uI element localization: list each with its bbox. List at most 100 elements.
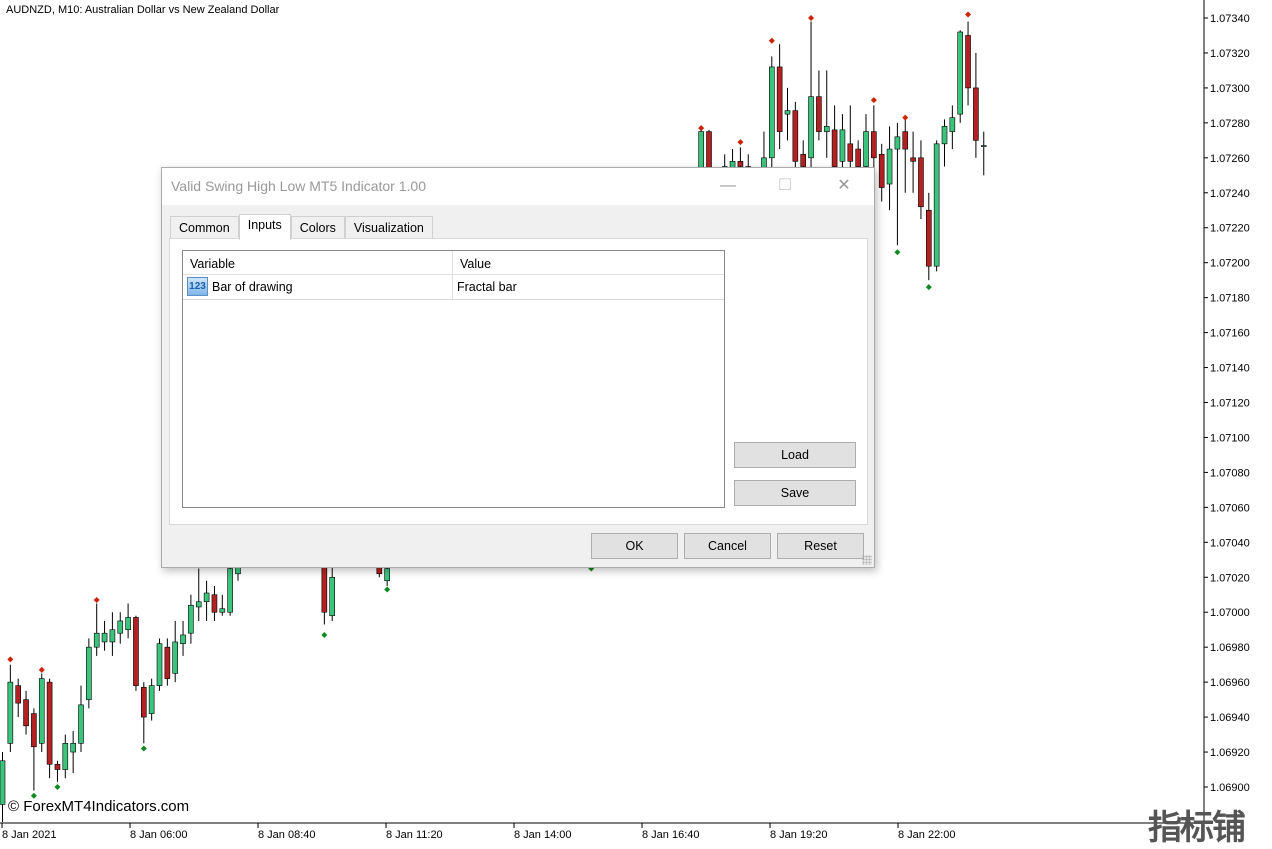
bull-candle [0,760,6,805]
tab-visualization[interactable]: Visualization [344,216,433,240]
bear-candle [211,594,218,613]
bull-candle [823,126,830,132]
bear-candle [133,617,139,686]
bull-candle [78,704,84,744]
dialog-titlebar[interactable]: Valid Swing High Low MT5 Indicator 1.00 … [162,168,874,205]
load-button[interactable]: Load [734,442,856,468]
bull-candle [62,743,69,770]
bull-candle [784,110,791,115]
watermark-logo: 指标铺 [1148,808,1246,848]
column-header-value[interactable]: Value [453,251,498,274]
time-label: 8 Jan 22:00 [898,829,956,841]
fractal-high-marker [698,125,705,132]
minimize-button[interactable]: — [713,174,743,198]
fractal-high-marker [7,656,14,663]
bear-candle [965,35,971,89]
variable-cell[interactable]: 123 Bar of drawing [183,275,453,299]
table-row[interactable]: 123 Bar of drawing Fractal bar [183,275,724,300]
price-label: 1.07100 [1210,432,1250,444]
dialog-title: Valid Swing High Low MT5 Indicator 1.00 [171,178,426,194]
bull-candle [863,131,869,167]
price-label: 1.07160 [1210,328,1250,340]
bear-candle [23,699,29,727]
price-label: 1.07340 [1210,13,1250,25]
fractal-low-marker [140,745,147,752]
bear-candle [831,129,838,167]
bull-candle [156,643,163,686]
table-header: Variable Value [183,251,724,275]
time-label: 8 Jan 11:20 [386,829,443,841]
time-label: 8 Jan 06:00 [130,829,188,841]
reset-button[interactable]: Reset [777,533,864,559]
inputs-table: Variable Value 123 Bar of drawing Fracta… [182,250,725,508]
bull-candle [384,568,390,582]
bear-candle [847,143,854,162]
bear-candle [31,713,37,748]
bear-candle [918,157,924,208]
bull-candle [172,641,178,674]
bear-candle [15,685,21,704]
price-label: 1.07300 [1210,83,1250,95]
price-label: 1.06940 [1210,712,1250,724]
fractal-high-marker [737,139,744,146]
price-label: 1.07060 [1210,502,1250,514]
price-label: 1.06920 [1210,747,1250,759]
bull-candle [109,629,116,643]
bear-candle [54,763,61,770]
fractal-low-marker [321,631,328,638]
bear-candle [902,131,909,150]
column-header-variable[interactable]: Variable [183,251,453,274]
bull-candle [894,136,901,150]
close-button[interactable]: ✕ [829,174,859,198]
inputs-panel: Variable Value 123 Bar of drawing Fracta… [169,238,868,525]
cancel-button[interactable]: Cancel [684,533,771,559]
price-label: 1.07080 [1210,467,1250,479]
bull-candle [148,685,155,714]
number-123-icon: 123 [187,277,208,296]
ok-button[interactable]: OK [591,533,678,559]
bull-candle [117,620,124,634]
bull-candle [839,129,846,162]
price-label: 1.07200 [1210,258,1250,270]
fractal-high-marker [870,97,877,104]
bear-candle [925,209,932,267]
fractal-low-marker [384,586,391,593]
bear-candle [855,148,861,167]
bear-candle [910,157,916,162]
bull-candle [188,604,194,634]
bull-candle [195,601,202,608]
bear-candle [800,154,807,167]
price-label: 1.06900 [1210,782,1250,794]
bull-candle [886,148,893,185]
bear-candle [776,66,783,132]
bull-candle [86,646,92,700]
time-label: 8 Jan 08:40 [258,829,316,841]
bear-candle [164,646,171,679]
bull-candle [808,96,814,159]
save-button[interactable]: Save [734,480,856,506]
price-label: 1.07180 [1210,293,1250,305]
price-label: 1.07320 [1210,48,1250,60]
bear-candle [871,131,877,159]
copyright-text: © ForexMT4Indicators.com [8,798,190,815]
price-label: 1.07120 [1210,398,1250,410]
tab-common[interactable]: Common [170,216,239,240]
bull-candle [93,632,100,648]
resize-grip[interactable] [862,555,872,565]
tab-colors[interactable]: Colors [290,216,345,240]
bear-candle [816,96,822,132]
fractal-high-marker [965,11,972,18]
value-cell[interactable]: Fractal bar [453,275,521,299]
bear-candle [792,110,799,162]
bear-candle [878,154,885,188]
bull-candle [329,576,336,617]
time-label: 8 Jan 2021 [2,829,56,841]
bear-candle [141,687,147,718]
bear-candle [973,87,979,141]
tab-inputs[interactable]: Inputs [238,214,291,240]
price-label: 1.07260 [1210,153,1250,165]
bull-candle [125,617,131,631]
price-label: 1.07140 [1210,363,1250,375]
fractal-high-marker [93,596,100,603]
maximize-button[interactable]: ☐ [770,174,800,198]
